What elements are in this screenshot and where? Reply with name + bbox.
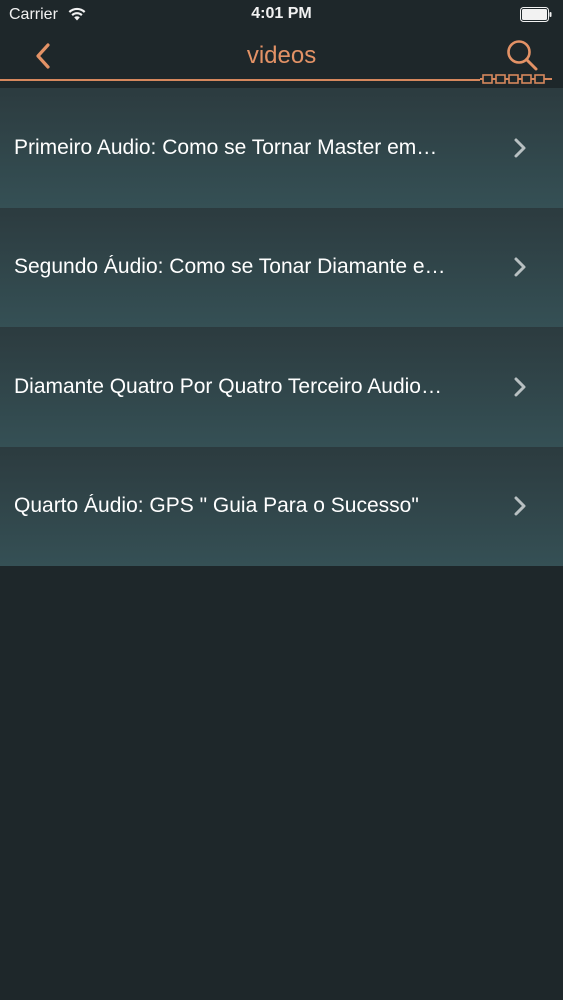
app-screen: Carrier 4:01 PM videos Primeiro Audio: C… bbox=[0, 0, 563, 1000]
page-title: videos bbox=[246, 42, 317, 69]
list-item[interactable]: Quarto Áudio: GPS " Guia Para o Sucesso" bbox=[0, 446, 563, 566]
chevron-right-icon bbox=[514, 138, 526, 158]
list-item[interactable]: Diamante Quatro Por Quatro Terceiro Audi… bbox=[0, 327, 563, 447]
chevron-right-icon bbox=[514, 496, 526, 516]
nav-divider bbox=[0, 79, 480, 81]
search-icon bbox=[507, 40, 538, 71]
chevron-right-icon bbox=[514, 257, 526, 277]
list-item-label: Quarto Áudio: GPS " Guia Para o Sucesso" bbox=[14, 494, 419, 518]
list-item-label: Diamante Quatro Por Quatro Terceiro Audi… bbox=[14, 374, 442, 398]
list-item[interactable]: Segundo Áudio: Como se Tonar Diamante e… bbox=[0, 207, 563, 327]
film-strip-icon bbox=[480, 74, 552, 84]
video-list: Primeiro Audio: Como se Tornar Master em… bbox=[0, 88, 563, 566]
chevron-right-icon bbox=[514, 377, 526, 397]
list-item-label: Primeiro Audio: Como se Tornar Master em… bbox=[14, 135, 438, 159]
battery-icon bbox=[520, 7, 552, 22]
status-bar: Carrier 4:01 PM bbox=[0, 0, 563, 30]
search-button[interactable] bbox=[505, 38, 539, 72]
navigation-bar: videos bbox=[0, 30, 563, 82]
list-item[interactable]: Primeiro Audio: Como se Tornar Master em… bbox=[0, 88, 563, 208]
status-time: 4:01 PM bbox=[251, 5, 312, 22]
list-item-label: Segundo Áudio: Como se Tonar Diamante e… bbox=[14, 255, 446, 279]
